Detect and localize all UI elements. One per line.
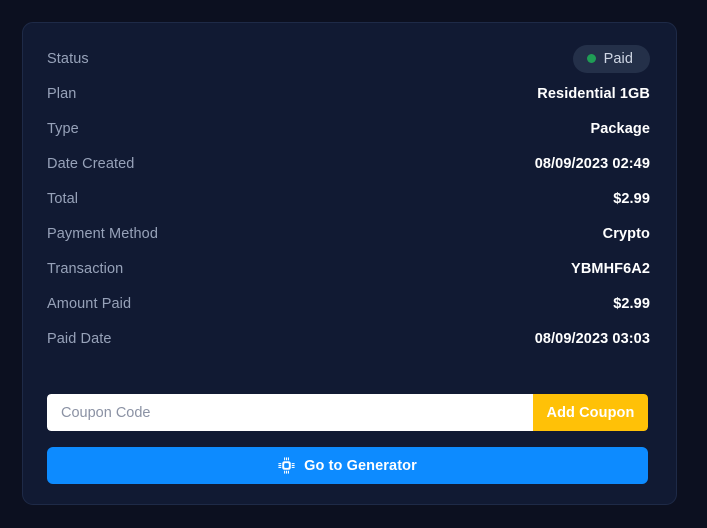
order-details-card: Status Paid Plan Residential 1GB Type Pa… — [22, 22, 677, 505]
microchip-icon — [278, 457, 295, 474]
detail-row-total: Total $2.99 — [47, 181, 650, 216]
detail-label: Date Created — [47, 155, 135, 172]
detail-label: Plan — [47, 85, 77, 102]
add-coupon-button[interactable]: Add Coupon — [533, 394, 648, 431]
detail-value: $2.99 — [613, 190, 650, 207]
detail-row-amount-paid: Amount Paid $2.99 — [47, 286, 650, 321]
go-to-generator-label: Go to Generator — [304, 457, 417, 474]
coupon-code-input[interactable] — [47, 394, 533, 431]
detail-value: Crypto — [602, 225, 650, 242]
detail-row-payment-method: Payment Method Crypto — [47, 216, 650, 251]
detail-value: 08/09/2023 03:03 — [534, 330, 650, 347]
detail-row-date-created: Date Created 08/09/2023 02:49 — [47, 146, 650, 181]
detail-label: Paid Date — [47, 330, 112, 347]
detail-row-transaction: Transaction YBMHF6A2 — [47, 251, 650, 286]
detail-row-paid-date: Paid Date 08/09/2023 03:03 — [47, 321, 650, 356]
detail-value: Package — [590, 120, 650, 137]
detail-value: YBMHF6A2 — [571, 260, 650, 277]
status-dot-icon — [586, 54, 596, 63]
detail-label: Amount Paid — [47, 295, 132, 312]
status-badge-label: Paid — [603, 50, 633, 67]
coupon-row: Add Coupon — [47, 394, 648, 431]
detail-label: Payment Method — [47, 225, 159, 242]
status-badge: Paid — [572, 44, 650, 73]
detail-value: 08/09/2023 02:49 — [534, 155, 650, 172]
detail-label: Type — [47, 120, 79, 137]
detail-value: $2.99 — [613, 295, 650, 312]
detail-row-status: Status Paid — [47, 41, 650, 76]
detail-row-plan: Plan Residential 1GB — [47, 76, 650, 111]
details-list: Status Paid Plan Residential 1GB Type Pa… — [47, 41, 650, 356]
detail-label: Transaction — [47, 260, 124, 277]
detail-value: Residential 1GB — [537, 85, 650, 102]
detail-row-type: Type Package — [47, 111, 650, 146]
go-to-generator-button[interactable]: Go to Generator — [47, 447, 648, 484]
detail-label: Total — [47, 190, 79, 207]
detail-label: Status — [47, 50, 89, 67]
